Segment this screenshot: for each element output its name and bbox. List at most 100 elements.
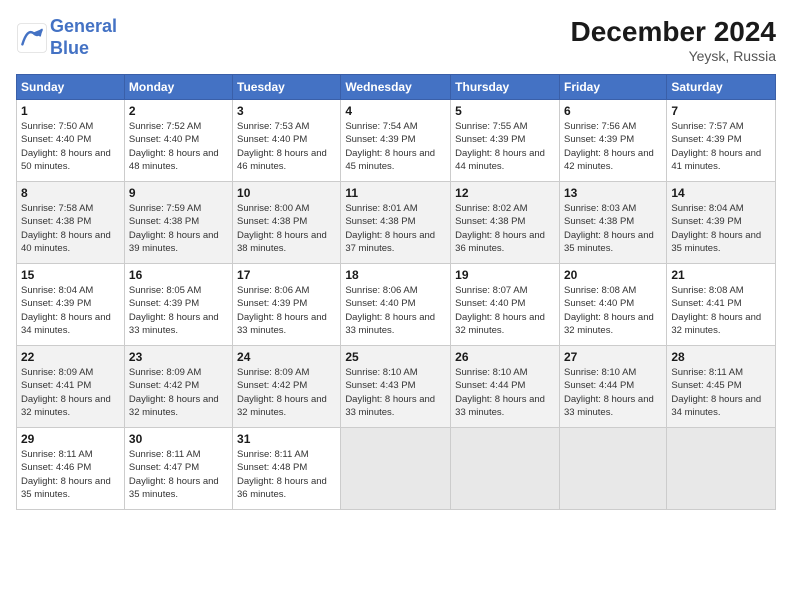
day-number: 11 [345,186,446,200]
calendar-day-cell: 16 Sunrise: 8:05 AMSunset: 4:39 PMDaylig… [124,264,232,346]
day-number: 8 [21,186,120,200]
day-detail: Sunrise: 8:11 AMSunset: 4:46 PMDaylight:… [21,449,111,500]
page-container: General Blue December 2024 Yeysk, Russia… [0,0,792,612]
calendar-day-cell: 1 Sunrise: 7:50 AMSunset: 4:40 PMDayligh… [17,100,125,182]
day-detail: Sunrise: 7:50 AMSunset: 4:40 PMDaylight:… [21,121,111,172]
day-detail: Sunrise: 8:01 AMSunset: 4:38 PMDaylight:… [345,203,435,254]
day-number: 19 [455,268,555,282]
calendar-day-cell [667,428,776,510]
logo-line1: General [50,16,117,36]
header-saturday: Saturday [667,75,776,100]
day-detail: Sunrise: 8:10 AMSunset: 4:43 PMDaylight:… [345,367,435,418]
day-detail: Sunrise: 8:04 AMSunset: 4:39 PMDaylight:… [21,285,111,336]
calendar-day-cell: 31 Sunrise: 8:11 AMSunset: 4:48 PMDaylig… [233,428,341,510]
header-sunday: Sunday [17,75,125,100]
day-number: 6 [564,104,662,118]
day-detail: Sunrise: 8:11 AMSunset: 4:48 PMDaylight:… [237,449,327,500]
day-number: 15 [21,268,120,282]
day-detail: Sunrise: 8:06 AMSunset: 4:40 PMDaylight:… [345,285,435,336]
calendar-week-row: 1 Sunrise: 7:50 AMSunset: 4:40 PMDayligh… [17,100,776,182]
day-detail: Sunrise: 8:08 AMSunset: 4:41 PMDaylight:… [671,285,761,336]
day-number: 16 [129,268,228,282]
calendar-day-cell: 9 Sunrise: 7:59 AMSunset: 4:38 PMDayligh… [124,182,232,264]
day-number: 4 [345,104,446,118]
day-number: 31 [237,432,336,446]
day-number: 14 [671,186,771,200]
day-detail: Sunrise: 7:54 AMSunset: 4:39 PMDaylight:… [345,121,435,172]
day-number: 10 [237,186,336,200]
calendar-week-row: 15 Sunrise: 8:04 AMSunset: 4:39 PMDaylig… [17,264,776,346]
day-number: 13 [564,186,662,200]
location: Yeysk, Russia [571,48,776,64]
day-detail: Sunrise: 7:56 AMSunset: 4:39 PMDaylight:… [564,121,654,172]
day-number: 28 [671,350,771,364]
calendar-day-cell: 30 Sunrise: 8:11 AMSunset: 4:47 PMDaylig… [124,428,232,510]
day-number: 29 [21,432,120,446]
day-number: 17 [237,268,336,282]
day-detail: Sunrise: 8:08 AMSunset: 4:40 PMDaylight:… [564,285,654,336]
calendar-day-cell: 4 Sunrise: 7:54 AMSunset: 4:39 PMDayligh… [341,100,451,182]
day-number: 27 [564,350,662,364]
title-block: December 2024 Yeysk, Russia [571,16,776,64]
calendar-day-cell: 12 Sunrise: 8:02 AMSunset: 4:38 PMDaylig… [451,182,560,264]
day-detail: Sunrise: 7:59 AMSunset: 4:38 PMDaylight:… [129,203,219,254]
calendar-day-cell: 25 Sunrise: 8:10 AMSunset: 4:43 PMDaylig… [341,346,451,428]
day-detail: Sunrise: 8:11 AMSunset: 4:45 PMDaylight:… [671,367,761,418]
day-detail: Sunrise: 8:09 AMSunset: 4:42 PMDaylight:… [237,367,327,418]
calendar-week-row: 29 Sunrise: 8:11 AMSunset: 4:46 PMDaylig… [17,428,776,510]
calendar-day-cell: 21 Sunrise: 8:08 AMSunset: 4:41 PMDaylig… [667,264,776,346]
calendar-table: Sunday Monday Tuesday Wednesday Thursday… [16,74,776,510]
calendar-week-row: 8 Sunrise: 7:58 AMSunset: 4:38 PMDayligh… [17,182,776,264]
day-number: 2 [129,104,228,118]
calendar-day-cell: 18 Sunrise: 8:06 AMSunset: 4:40 PMDaylig… [341,264,451,346]
calendar-day-cell: 22 Sunrise: 8:09 AMSunset: 4:41 PMDaylig… [17,346,125,428]
day-detail: Sunrise: 8:00 AMSunset: 4:38 PMDaylight:… [237,203,327,254]
calendar-day-cell: 24 Sunrise: 8:09 AMSunset: 4:42 PMDaylig… [233,346,341,428]
header-thursday: Thursday [451,75,560,100]
calendar-day-cell: 27 Sunrise: 8:10 AMSunset: 4:44 PMDaylig… [559,346,666,428]
day-number: 25 [345,350,446,364]
day-detail: Sunrise: 8:02 AMSunset: 4:38 PMDaylight:… [455,203,545,254]
day-number: 21 [671,268,771,282]
logo-line2: Blue [50,38,89,58]
calendar-day-cell: 15 Sunrise: 8:04 AMSunset: 4:39 PMDaylig… [17,264,125,346]
day-number: 22 [21,350,120,364]
calendar-day-cell: 6 Sunrise: 7:56 AMSunset: 4:39 PMDayligh… [559,100,666,182]
day-number: 3 [237,104,336,118]
calendar-day-cell: 28 Sunrise: 8:11 AMSunset: 4:45 PMDaylig… [667,346,776,428]
logo-text: General Blue [50,16,117,59]
header-monday: Monday [124,75,232,100]
header-wednesday: Wednesday [341,75,451,100]
day-detail: Sunrise: 7:57 AMSunset: 4:39 PMDaylight:… [671,121,761,172]
weekday-header-row: Sunday Monday Tuesday Wednesday Thursday… [17,75,776,100]
day-number: 18 [345,268,446,282]
calendar-day-cell: 7 Sunrise: 7:57 AMSunset: 4:39 PMDayligh… [667,100,776,182]
day-number: 20 [564,268,662,282]
calendar-week-row: 22 Sunrise: 8:09 AMSunset: 4:41 PMDaylig… [17,346,776,428]
day-detail: Sunrise: 7:53 AMSunset: 4:40 PMDaylight:… [237,121,327,172]
calendar-day-cell: 26 Sunrise: 8:10 AMSunset: 4:44 PMDaylig… [451,346,560,428]
day-number: 12 [455,186,555,200]
calendar-day-cell: 8 Sunrise: 7:58 AMSunset: 4:38 PMDayligh… [17,182,125,264]
calendar-day-cell: 29 Sunrise: 8:11 AMSunset: 4:46 PMDaylig… [17,428,125,510]
header-friday: Friday [559,75,666,100]
day-number: 7 [671,104,771,118]
day-detail: Sunrise: 8:09 AMSunset: 4:41 PMDaylight:… [21,367,111,418]
calendar-day-cell: 19 Sunrise: 8:07 AMSunset: 4:40 PMDaylig… [451,264,560,346]
month-year: December 2024 [571,16,776,48]
page-header: General Blue December 2024 Yeysk, Russia [16,16,776,64]
calendar-day-cell: 11 Sunrise: 8:01 AMSunset: 4:38 PMDaylig… [341,182,451,264]
day-number: 24 [237,350,336,364]
logo-icon [16,22,48,54]
day-detail: Sunrise: 8:05 AMSunset: 4:39 PMDaylight:… [129,285,219,336]
day-number: 1 [21,104,120,118]
day-number: 30 [129,432,228,446]
calendar-day-cell: 13 Sunrise: 8:03 AMSunset: 4:38 PMDaylig… [559,182,666,264]
calendar-day-cell: 17 Sunrise: 8:06 AMSunset: 4:39 PMDaylig… [233,264,341,346]
logo: General Blue [16,16,117,59]
day-detail: Sunrise: 8:06 AMSunset: 4:39 PMDaylight:… [237,285,327,336]
header-tuesday: Tuesday [233,75,341,100]
day-detail: Sunrise: 8:09 AMSunset: 4:42 PMDaylight:… [129,367,219,418]
calendar-day-cell: 23 Sunrise: 8:09 AMSunset: 4:42 PMDaylig… [124,346,232,428]
calendar-day-cell: 14 Sunrise: 8:04 AMSunset: 4:39 PMDaylig… [667,182,776,264]
